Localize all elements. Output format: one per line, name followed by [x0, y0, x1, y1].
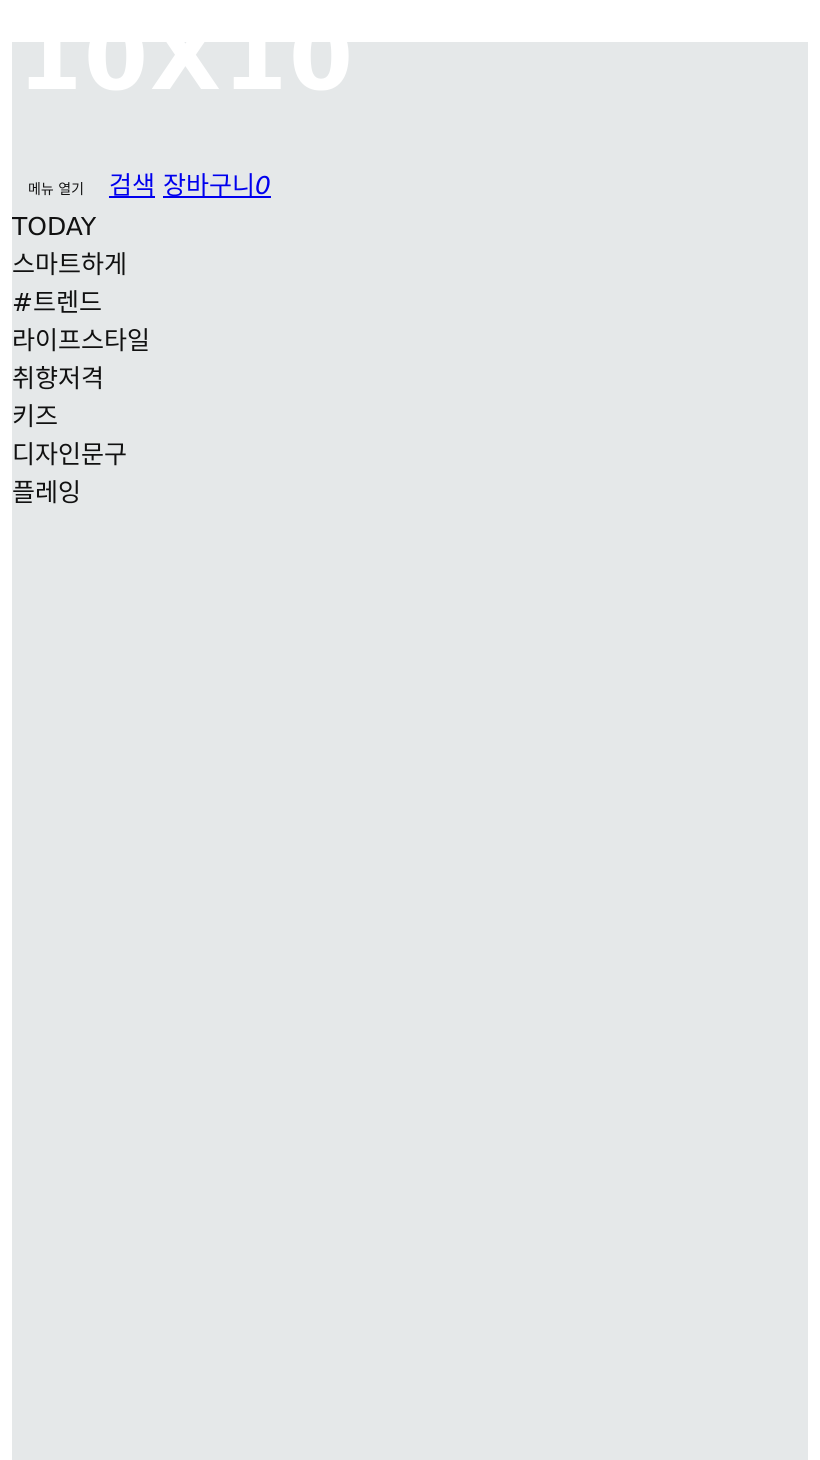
nav-item-design-stationery[interactable]: 디자인문구: [12, 436, 150, 474]
nav-item-smart[interactable]: 스마트하게: [12, 246, 150, 284]
search-link[interactable]: 검색: [109, 166, 155, 202]
menu-open-button[interactable]: 메뉴 열기: [28, 179, 84, 199]
nav-item-trend[interactable]: #트렌드: [12, 284, 150, 322]
nav-item-kids[interactable]: 키즈: [12, 398, 150, 436]
cart-link[interactable]: 장바구니0: [163, 166, 271, 202]
cart-label: 장바구니: [163, 171, 256, 200]
logo[interactable]: 10X10: [18, 42, 355, 104]
cart-count: 0: [255, 171, 271, 200]
main-nav: TODAY 스마트하게 #트렌드 라이프스타일 취향저격 키즈 디자인문구 플레…: [12, 208, 150, 512]
nav-item-lifestyle[interactable]: 라이프스타일: [12, 322, 150, 360]
logo-text: 10X10: [18, 42, 355, 104]
nav-item-taste[interactable]: 취향저격: [12, 360, 150, 398]
nav-item-today[interactable]: TODAY: [12, 208, 150, 246]
nav-item-playing[interactable]: 플레잉: [12, 474, 150, 512]
utility-bar: 메뉴 열기 검색 장바구니0: [28, 166, 279, 202]
page-container: 10X10 메뉴 열기 검색 장바구니0 TODAY 스마트하게 #트렌드 라이…: [12, 42, 808, 1460]
